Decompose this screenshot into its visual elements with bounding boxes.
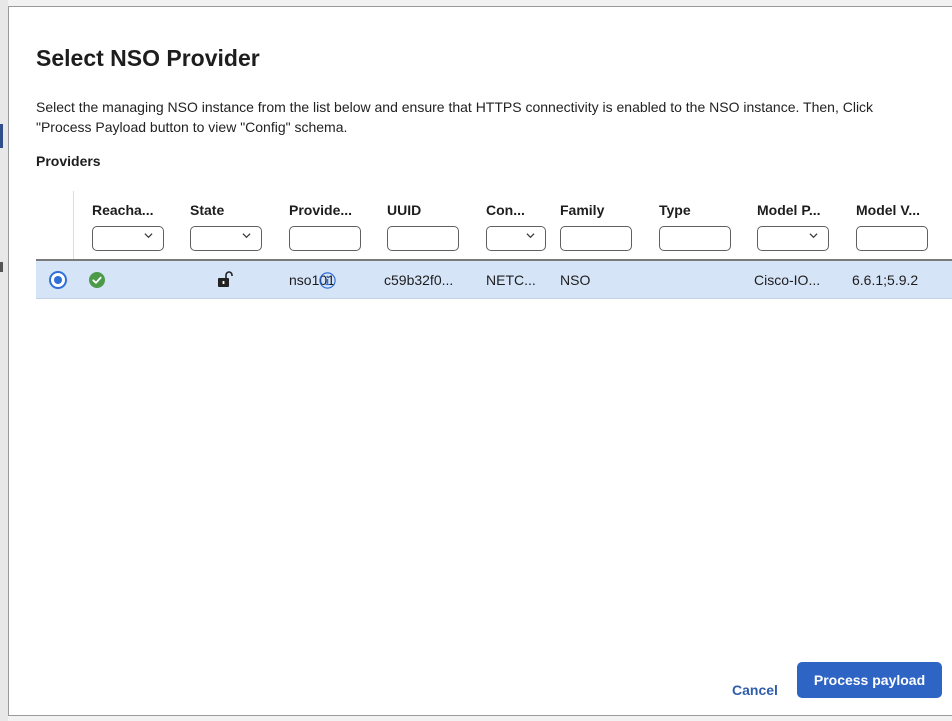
type-filter-input[interactable] bbox=[659, 226, 731, 251]
connection-filter-select[interactable] bbox=[486, 226, 546, 251]
model-prefix-filter-select[interactable] bbox=[757, 226, 829, 251]
state-filter-select[interactable] bbox=[190, 226, 262, 251]
column-header-reachability[interactable]: Reacha... bbox=[92, 202, 153, 218]
backdrop-accent-mark bbox=[0, 124, 3, 148]
chevron-down-icon bbox=[526, 233, 535, 239]
check-circle-icon bbox=[89, 272, 105, 288]
chevron-down-icon bbox=[144, 233, 153, 239]
column-header-state[interactable]: State bbox=[190, 202, 224, 218]
reachability-filter-select[interactable] bbox=[92, 226, 164, 251]
model-version-filter-input[interactable] bbox=[856, 226, 928, 251]
dialog-description: Select the managing NSO instance from th… bbox=[36, 99, 874, 135]
connection-cell: NETC... bbox=[486, 272, 536, 288]
chevron-down-icon bbox=[809, 233, 818, 239]
table-row[interactable]: nso101 c59b32f0... NETC... NSO Cisco-IO.… bbox=[36, 261, 952, 299]
provider-filter-input[interactable] bbox=[289, 226, 361, 251]
model-version-cell: 6.6.1;5.9.2 bbox=[852, 272, 919, 288]
column-header-model-prefix[interactable]: Model P... bbox=[757, 202, 821, 218]
dialog-title: Select NSO Provider bbox=[36, 45, 260, 71]
unlock-icon bbox=[218, 271, 233, 287]
uuid-cell: c59b32f0... bbox=[384, 272, 454, 288]
providers-section-label: Providers bbox=[36, 153, 101, 169]
family-cell: NSO bbox=[560, 272, 591, 288]
row-select-radio[interactable] bbox=[49, 271, 67, 289]
family-filter-input[interactable] bbox=[560, 226, 632, 251]
column-header-family[interactable]: Family bbox=[560, 202, 604, 218]
cancel-button[interactable]: Cancel bbox=[732, 677, 778, 703]
table-header: Reacha... State Provide... UUID Con... F… bbox=[36, 191, 952, 261]
column-header-type[interactable]: Type bbox=[659, 202, 691, 218]
process-payload-button[interactable]: Process payload bbox=[797, 662, 942, 698]
column-header-model-version[interactable]: Model V... bbox=[856, 202, 920, 218]
select-nso-provider-dialog: Select NSO Provider Select the managing … bbox=[8, 6, 952, 716]
backdrop-accent-mark bbox=[0, 262, 3, 272]
column-header-uuid[interactable]: UUID bbox=[387, 202, 421, 218]
model-prefix-cell: Cisco-IO... bbox=[754, 272, 821, 288]
uuid-filter-input[interactable] bbox=[387, 226, 459, 251]
column-header-connection[interactable]: Con... bbox=[486, 202, 525, 218]
column-header-provider[interactable]: Provide... bbox=[289, 202, 352, 218]
info-icon[interactable] bbox=[319, 272, 336, 289]
providers-table: Reacha... State Provide... UUID Con... F… bbox=[36, 191, 952, 299]
backdrop bbox=[0, 0, 8, 721]
chevron-down-icon bbox=[242, 233, 251, 239]
